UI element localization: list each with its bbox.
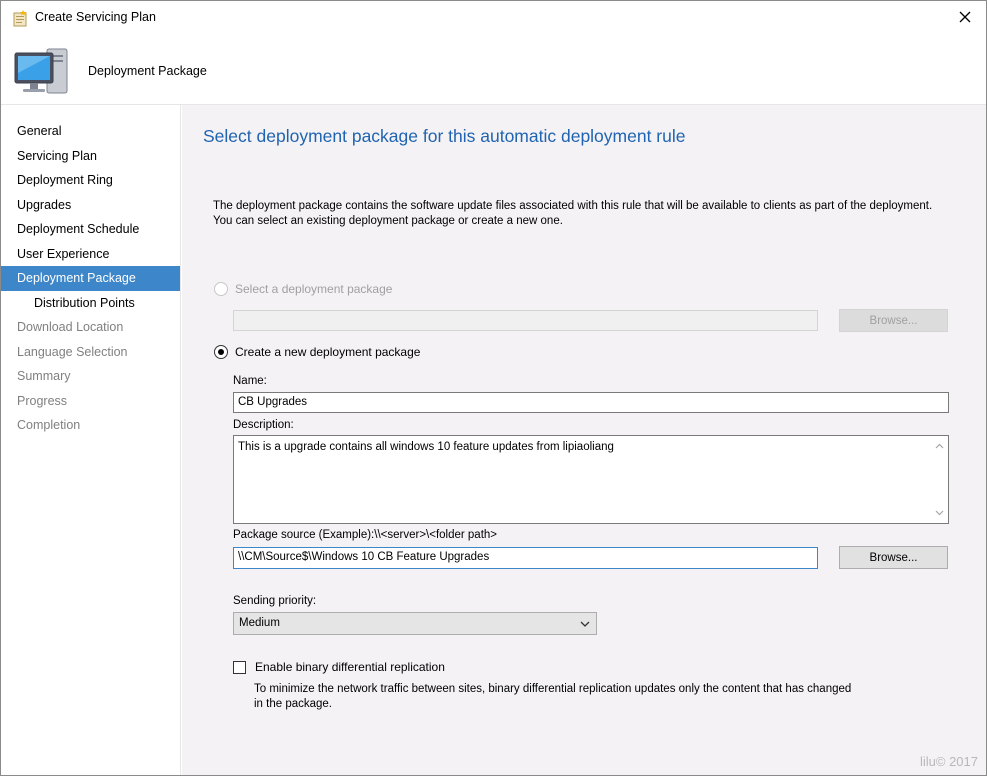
title-bar: Create Servicing Plan (1, 1, 986, 33)
intro-text: The deployment package contains the soft… (213, 199, 973, 228)
nav-item-summary: Summary (17, 369, 71, 383)
binary-replication-checkbox[interactable] (233, 660, 246, 674)
computer-monitor-icon (14, 48, 68, 94)
scroll-up-icon[interactable] (935, 442, 944, 451)
nav-item-deployment-package[interactable]: Deployment Package (1, 266, 180, 291)
create-new-option[interactable]: Create a new deployment package (214, 345, 420, 359)
nav-item-language-selection: Language Selection (17, 344, 128, 359)
close-icon (959, 11, 971, 23)
create-new-label: Create a new deployment package (235, 345, 421, 359)
select-existing-label: Select a deployment package (235, 282, 393, 296)
name-label: Name: (233, 375, 267, 387)
binary-help-line-2: in the package. (254, 697, 333, 710)
nav-item-download-location: Download Location (17, 320, 124, 334)
page-banner: Deployment Package (1, 33, 986, 105)
package-source-label: Package source (Example):\\<server>\<fol… (233, 529, 498, 541)
sending-priority-select[interactable]: Medium (233, 612, 597, 635)
page-heading: Select deployment package for this autom… (203, 126, 686, 146)
nav-item-completion: Completion (17, 418, 81, 432)
nav-item-progress: Progress (17, 393, 68, 408)
watermark: lilu© 2017 (919, 754, 978, 769)
wizard-nav: General Servicing Plan Deployment Ring U… (1, 105, 181, 775)
description-field[interactable]: This is a upgrade contains all windows 1… (233, 435, 949, 524)
browse-existing-button: Browse... (839, 309, 948, 332)
nav-item-general[interactable]: General (1, 119, 180, 144)
nav-item-distribution-points[interactable]: Distribution Points (1, 291, 180, 316)
intro-line-1: The deployment package contains the soft… (213, 200, 933, 212)
existing-package-field (233, 310, 818, 331)
select-existing-radio (214, 282, 228, 296)
nav-item-deployment-ring[interactable]: Deployment Ring (1, 168, 180, 193)
description-scrollbar[interactable] (931, 436, 948, 523)
binary-replication-help: To minimize the network traffic between … (254, 682, 894, 711)
description-text: This is a upgrade contains all windows 1… (238, 441, 614, 453)
chevron-down-icon (580, 621, 590, 627)
name-field[interactable]: CB Upgrades (233, 392, 949, 413)
wizard-window: Create Servicing Plan Deployment Package… (0, 0, 987, 776)
close-button[interactable] (950, 3, 980, 31)
window-title: Create Servicing Plan (35, 10, 156, 24)
sending-priority-label: Sending priority: (233, 595, 317, 607)
scroll-down-icon[interactable] (935, 508, 944, 517)
content-panel: Select deployment package for this autom… (182, 105, 986, 775)
binary-help-line-1: To minimize the network traffic between … (254, 683, 852, 695)
package-source-field[interactable]: \\CM\Source$\Windows 10 CB Feature Upgra… (233, 547, 818, 569)
intro-line-2: You can select an existing deployment pa… (213, 214, 563, 227)
binary-replication-label: Enable binary differential replication (255, 660, 445, 674)
nav-item-deployment-schedule[interactable]: Deployment Schedule (1, 217, 180, 242)
description-label: Description: (233, 419, 294, 431)
browse-source-button[interactable]: Browse... (839, 546, 948, 569)
wizard-icon (13, 10, 27, 27)
binary-replication-option[interactable]: Enable binary differential replication (233, 660, 445, 674)
create-new-radio[interactable] (214, 345, 228, 359)
sending-priority-value: Medium (239, 617, 280, 629)
select-existing-option: Select a deployment package (214, 282, 392, 296)
nav-item-user-experience[interactable]: User Experience (1, 242, 180, 267)
banner-title: Deployment Package (88, 64, 207, 78)
nav-item-servicing-plan[interactable]: Servicing Plan (1, 144, 180, 169)
nav-item-upgrades[interactable]: Upgrades (1, 193, 180, 218)
